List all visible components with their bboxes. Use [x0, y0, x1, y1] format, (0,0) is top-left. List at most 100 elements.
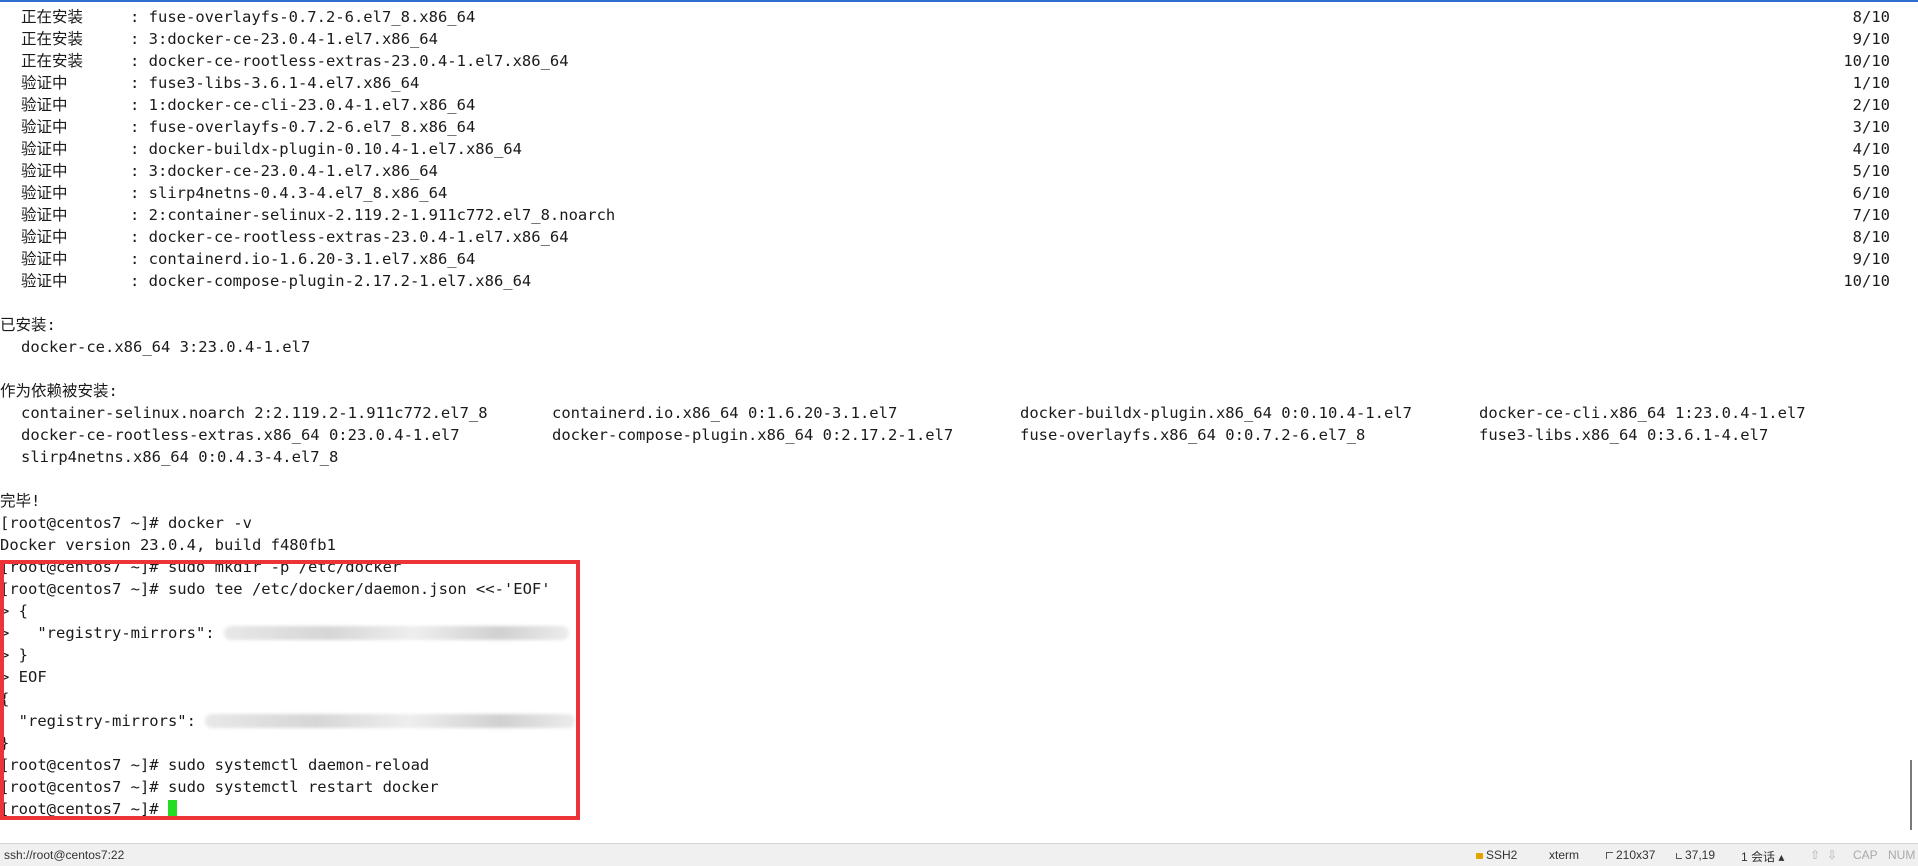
package-progress-row: 验证中 : 1:docker-ce-cli-23.0.4-1.el7.x86_64…	[0, 94, 1890, 116]
echo-close-brace: }	[0, 734, 10, 752]
dependency-item: docker-compose-plugin.x86_64 0:2.17.2-1.…	[552, 426, 954, 444]
package-count: 6/10	[1852, 184, 1890, 202]
package-status: 验证中	[21, 250, 68, 268]
package-progress-row: 正在安装 : 3:docker-ce-23.0.4-1.el7.x86_64 9/1…	[0, 28, 1890, 50]
package-count: 10/10	[1843, 272, 1890, 290]
chevron-up-icon: ▴	[1778, 850, 1785, 864]
package-name: : 3:docker-ce-23.0.4-1.el7.x86_64	[130, 162, 438, 180]
package-name: : 1:docker-ce-cli-23.0.4-1.el7.x86_64	[130, 96, 476, 114]
package-count: 3/10	[1852, 118, 1890, 136]
terminal-output[interactable]: 正在安装 : fuse-overlayfs-0.7.2-6.el7_8.x86_6…	[0, 6, 1900, 836]
package-status: 验证中	[21, 74, 68, 92]
package-status: 正在安装	[21, 52, 84, 70]
package-name: : 3:docker-ce-23.0.4-1.el7.x86_64	[130, 30, 438, 48]
package-name: : docker-compose-plugin-2.17.2-1.el7.x86…	[130, 272, 532, 290]
installed-item: docker-ce.x86_64 3:23.0.4-1.el7	[21, 338, 311, 356]
current-prompt-line[interactable]: [root@centos7 ~]#	[0, 798, 177, 820]
num-lock-indicator: NUM	[1888, 848, 1916, 862]
package-name: : fuse-overlayfs-0.7.2-6.el7_8.x86_64	[130, 118, 476, 136]
text-cursor	[167, 800, 177, 817]
resize-icon	[1606, 852, 1613, 859]
window-top-accent	[0, 0, 1918, 2]
package-status: 正在安装	[21, 8, 84, 26]
dependency-item: fuse3-libs.x86_64 0:3.6.1-4.el7	[1479, 426, 1769, 444]
caps-lock-indicator: CAP	[1853, 848, 1878, 862]
done-message: 完毕!	[0, 492, 41, 510]
package-progress-row: 验证中 : docker-ce-rootless-extras-23.0.4-1.…	[0, 226, 1890, 248]
package-status: 验证中	[21, 140, 68, 158]
package-name: : 2:container-selinux-2.119.2-1.911c772.…	[130, 206, 616, 224]
package-count: 10/10	[1843, 52, 1890, 70]
package-progress-row: 验证中 : docker-compose-plugin-2.17.2-1.el7.…	[0, 270, 1890, 292]
heredoc-close: > }	[0, 646, 28, 664]
package-progress-row: 验证中 : fuse3-libs-3.6.1-4.el7.x86_64 1/10	[0, 72, 1890, 94]
heredoc-open: > {	[0, 602, 28, 620]
package-count: 1/10	[1852, 74, 1890, 92]
dependency-item: containerd.io.x86_64 0:1.6.20-3.1.el7	[552, 404, 898, 422]
package-progress-row: 正在安装 : fuse-overlayfs-0.7.2-6.el7_8.x86_6…	[0, 6, 1890, 28]
package-name: : fuse3-libs-3.6.1-4.el7.x86_64	[130, 74, 420, 92]
package-progress-row: 验证中 : 3:docker-ce-23.0.4-1.el7.x86_64 5/10	[0, 160, 1890, 182]
echo-registry-line: "registry-mirrors":	[0, 710, 576, 732]
dependency-item: fuse-overlayfs.x86_64 0:0.7.2-6.el7_8	[1020, 426, 1366, 444]
package-progress-row: 验证中: docker-buildx-plugin-0.10.4-1.el7.x…	[0, 138, 1890, 160]
package-progress-row: 正在安装 : docker-ce-rootless-extras-23.0.4-1…	[0, 50, 1890, 72]
command-daemon-reload: [root@centos7 ~]# sudo systemctl daemon-…	[0, 756, 430, 774]
heredoc-eof: > EOF	[0, 668, 47, 686]
package-status: 验证中	[21, 206, 68, 224]
package-count: 8/10	[1852, 8, 1890, 26]
protocol-indicator: SSH2	[1476, 848, 1517, 862]
package-progress-row: 验证中 : containerd.io-1.6.20-3.1.el7.x86_64…	[0, 248, 1890, 270]
heredoc-registry-key: > "registry-mirrors":	[0, 624, 224, 642]
command-restart-docker: [root@centos7 ~]# sudo systemctl restart…	[0, 778, 439, 796]
lock-icon	[1476, 853, 1483, 859]
dependency-item: docker-ce-cli.x86_64 1:23.0.4-1.el7	[1479, 404, 1806, 422]
package-status: 验证中	[21, 272, 68, 290]
command-tee: [root@centos7 ~]# sudo tee /etc/docker/d…	[0, 580, 551, 598]
dependency-item: slirp4netns.x86_64 0:0.4.3-4.el7_8	[21, 448, 339, 466]
status-bar: ssh://root@centos7:22 SSH2 xterm 210x37 …	[0, 843, 1918, 866]
package-status: 验证中	[21, 118, 68, 136]
echo-registry-key: "registry-mirrors":	[0, 712, 206, 730]
package-status: 正在安装	[21, 30, 84, 48]
package-status: 验证中	[21, 184, 68, 202]
package-count: 4/10	[1852, 140, 1890, 158]
package-count: 2/10	[1852, 96, 1890, 114]
package-name: : docker-ce-rootless-extras-23.0.4-1.el7…	[130, 228, 569, 246]
package-name: : fuse-overlayfs-0.7.2-6.el7_8.x86_64	[130, 8, 476, 26]
dependency-item: container-selinux.noarch 2:2.119.2-1.911…	[21, 404, 488, 422]
echo-open-brace: {	[0, 690, 10, 708]
terminal-size: 210x37	[1606, 848, 1655, 862]
package-count: 9/10	[1852, 30, 1890, 48]
package-progress-row: 验证中 : slirp4netns-0.4.3-4.el7_8.x86_64 6/1…	[0, 182, 1890, 204]
package-progress-row: 验证中 : fuse-overlayfs-0.7.2-6.el7_8.x86_64…	[0, 116, 1890, 138]
command-mkdir: [root@centos7 ~]# sudo mkdir -p /etc/doc…	[0, 558, 402, 576]
cursor-position: 37,19	[1676, 848, 1715, 862]
arrow-up-icon[interactable]: ⇧	[1810, 848, 1820, 862]
heredoc-registry-line: > "registry-mirrors":	[0, 622, 569, 644]
position-icon	[1676, 853, 1682, 859]
package-name: : containerd.io-1.6.20-3.1.el7.x86_64	[130, 250, 476, 268]
package-count: 5/10	[1852, 162, 1890, 180]
command-docker-version: [root@centos7 ~]# docker -v	[0, 514, 252, 532]
shell-prompt: [root@centos7 ~]#	[0, 800, 168, 818]
package-name: : docker-ce-rootless-extras-23.0.4-1.el7…	[130, 52, 569, 70]
package-count: 7/10	[1852, 206, 1890, 224]
package-status: 验证中	[21, 162, 68, 180]
arrow-down-icon[interactable]: ⇩	[1827, 848, 1837, 862]
installed-heading: 已安装:	[0, 316, 56, 334]
redacted-mirror-url	[223, 626, 569, 640]
session-count[interactable]: 1 会话 ▴	[1741, 848, 1784, 865]
deps-heading: 作为依赖被安装:	[0, 382, 118, 400]
redacted-mirror-url	[205, 714, 576, 728]
dependency-item: docker-buildx-plugin.x86_64 0:0.10.4-1.e…	[1020, 404, 1412, 422]
package-status: 验证中	[21, 228, 68, 246]
dependency-item: docker-ce-rootless-extras.x86_64 0:23.0.…	[21, 426, 460, 444]
package-name: : slirp4netns-0.4.3-4.el7_8.x86_64	[130, 184, 448, 202]
connection-string: ssh://root@centos7:22	[4, 848, 125, 862]
terminal-type: xterm	[1549, 848, 1579, 862]
package-progress-row: 验证中 : 2:container-selinux-2.119.2-1.911c7…	[0, 204, 1890, 226]
package-status: 验证中	[21, 96, 68, 114]
scrollbar-thumb[interactable]	[1910, 760, 1912, 830]
package-count: 9/10	[1852, 250, 1890, 268]
